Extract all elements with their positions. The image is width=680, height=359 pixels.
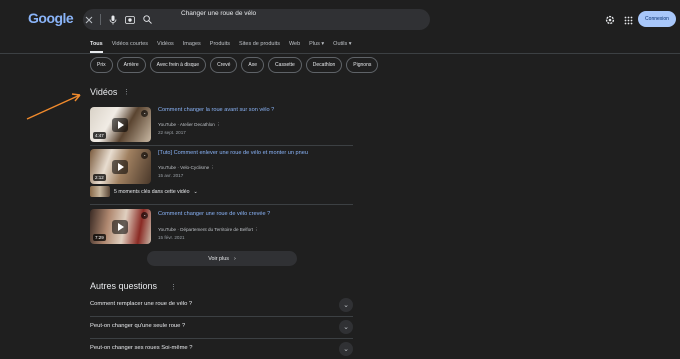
play-icon [112, 160, 128, 174]
video-title-link[interactable]: [Tuto] Comment enlever une roue de vélo … [158, 150, 308, 156]
people-also-ask-title: Autres questions [90, 281, 158, 291]
video-source: YouTube · Département du Territoire de B… [158, 227, 259, 232]
key-moments-icon: ◔ [141, 212, 148, 219]
key-moments-thumbnail [90, 186, 110, 197]
video-result[interactable]: ◔ 4:47 Comment changer la roue avant sur… [90, 105, 353, 145]
dropdown-arrow-icon: ▾ [321, 41, 325, 47]
key-moments-label: 5 moments clés dans cette vidéo [114, 188, 190, 195]
question-divider [90, 316, 353, 317]
video-date: 22 sept. 2017 [158, 130, 186, 135]
separator [100, 14, 101, 25]
video-source: YouTube · Velo-Cyclisme ⋮ [158, 165, 216, 170]
search-icon[interactable] [141, 14, 153, 26]
more-options-icon[interactable]: ⋮ [254, 227, 259, 232]
question-text: Peut-on changer qu'une seule roue ? [90, 323, 186, 329]
dropdown-arrow-icon: ▾ [348, 41, 352, 47]
key-moments-toggle[interactable]: 5 moments clés dans cette vidéo ⌄ [90, 186, 198, 197]
row-divider [90, 145, 353, 146]
play-icon [112, 118, 128, 132]
video-title-link[interactable]: Comment changer la roue avant sur son vé… [158, 107, 274, 113]
tab-images[interactable]: Images [183, 41, 201, 53]
question-item[interactable]: Comment remplacer une roue de vélo ? ⌄ [90, 296, 353, 315]
search-box[interactable]: Changer une roue de vélo [83, 9, 430, 30]
more-options-icon[interactable]: ⋮ [211, 165, 216, 170]
video-thumbnail[interactable]: ◔ 7:29 [90, 209, 151, 244]
question-item[interactable]: Peut-on changer ses roues Soi-même ? ⌄ [90, 340, 353, 359]
video-source: YouTube · Atelier Decathlon ⋮ [158, 122, 221, 127]
tab-short-videos[interactable]: Vidéos courtes [112, 41, 148, 53]
video-thumbnail[interactable]: ◔ 2:12 [90, 149, 151, 184]
chip-cassette[interactable]: Cassette [268, 57, 302, 73]
more-options-icon[interactable]: ⋮ [123, 88, 130, 96]
play-icon [112, 220, 128, 234]
tab-product-sites[interactable]: Sites de produits [239, 41, 280, 53]
chip-decathlon[interactable]: Decathlon [305, 57, 343, 73]
header-divider [0, 53, 680, 54]
chevron-down-icon[interactable]: ⌄ [339, 320, 353, 334]
see-more-button[interactable]: Voir plus › [147, 251, 297, 266]
see-more-label: Voir plus [208, 255, 229, 262]
tab-products[interactable]: Produits [210, 41, 230, 53]
chevron-down-icon[interactable]: ⌄ [339, 298, 353, 312]
annotation-arrow-icon [26, 93, 81, 120]
video-result[interactable]: ◔ 2:12 [Tuto] Comment enlever une roue d… [90, 148, 353, 184]
more-options-icon[interactable]: ⋮ [170, 283, 177, 291]
chevron-down-icon[interactable]: ⌄ [339, 342, 353, 356]
question-divider [90, 338, 353, 339]
chip-sprockets[interactable]: Pignons [346, 57, 379, 73]
video-duration: 7:29 [93, 234, 106, 241]
video-title-link[interactable]: Comment changer une roue de vélo crevée … [158, 211, 270, 217]
tab-more[interactable]: Plus ▾ [309, 41, 324, 53]
video-result[interactable]: ◔ 7:29 Comment changer une roue de vélo … [90, 207, 353, 245]
apps-grid-icon[interactable] [621, 10, 635, 30]
video-date: 15 avr. 2017 [158, 173, 184, 178]
chip-disc-brake[interactable]: Avec frein à disque [149, 57, 207, 73]
microphone-icon[interactable] [107, 14, 119, 26]
tab-videos[interactable]: Vidéos [157, 41, 174, 53]
search-input[interactable]: Changer une roue de vélo [181, 10, 444, 29]
lens-icon[interactable] [124, 14, 136, 26]
search-tabs: Tous Vidéos courtes Vidéos Images Produi… [90, 41, 352, 53]
key-moments-icon: ◔ [141, 152, 148, 159]
video-thumbnail[interactable]: ◔ 4:47 [90, 107, 151, 142]
question-text: Comment remplacer une roue de vélo ? [90, 301, 193, 307]
tab-web[interactable]: Web [289, 41, 300, 53]
chip-rear[interactable]: Arrière [116, 57, 146, 73]
question-item[interactable]: Peut-on changer qu'une seule roue ? ⌄ [90, 318, 353, 337]
tab-tools[interactable]: Outils ▾ [333, 41, 351, 53]
more-options-icon[interactable]: ⋮ [216, 122, 221, 127]
video-duration: 2:12 [93, 174, 106, 181]
settings-gear-icon[interactable] [603, 10, 617, 30]
video-duration: 4:47 [93, 132, 106, 139]
filter-chips: Prix Arrière Avec frein à disque Crevé A… [90, 57, 379, 73]
chip-flat[interactable]: Crevé [210, 57, 238, 73]
top-bar: Google Changer une roue de vélo Connexio… [0, 0, 680, 40]
videos-section-title: Vidéos [90, 87, 118, 97]
key-moments-icon: ◔ [141, 110, 148, 117]
signin-button[interactable]: Connexion [638, 11, 676, 27]
chevron-down-icon: ⌄ [193, 188, 198, 195]
arrow-right-icon: › [233, 255, 236, 262]
row-divider [90, 204, 353, 205]
chip-axle[interactable]: Axe [241, 57, 265, 73]
question-text: Peut-on changer ses roues Soi-même ? [90, 345, 193, 351]
video-date: 15 févr. 2021 [158, 235, 185, 240]
